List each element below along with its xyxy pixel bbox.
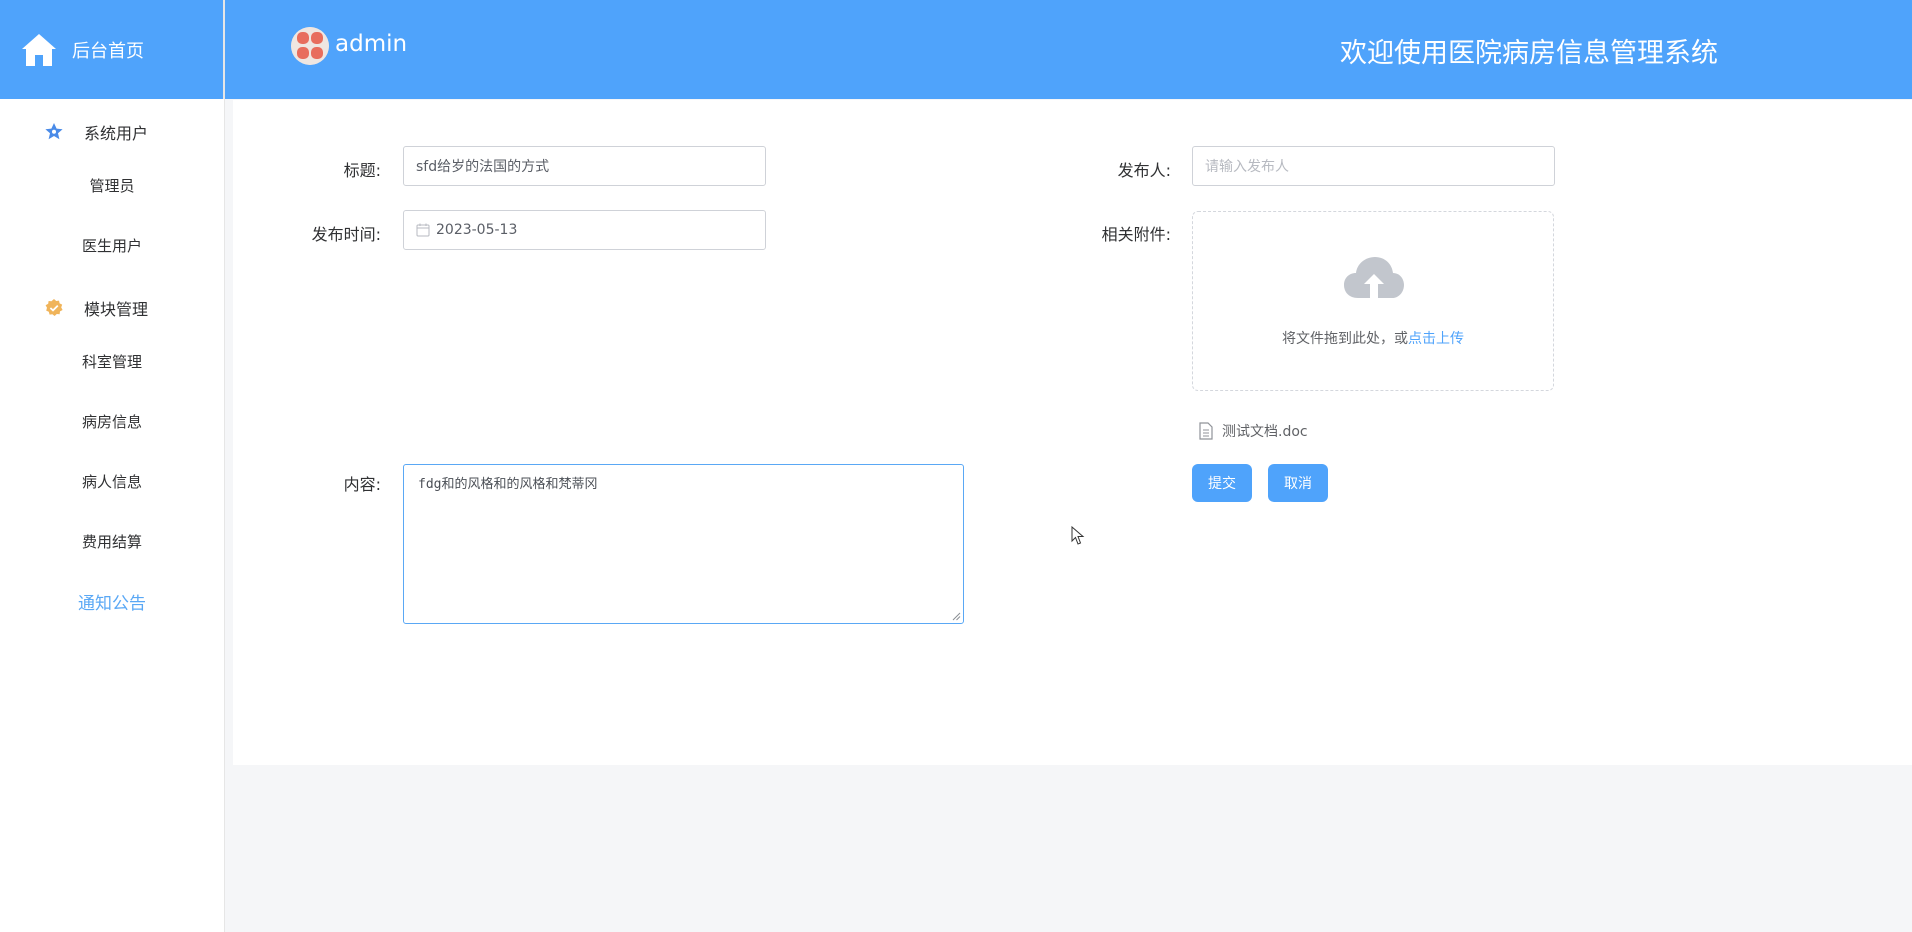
star-icon <box>44 122 64 142</box>
file-name: 测试文档.doc <box>1222 424 1308 440</box>
upload-cloud-icon <box>1344 257 1404 298</box>
username[interactable]: admin <box>335 31 407 57</box>
sidebar-item-notices[interactable]: 通知公告 <box>0 571 224 631</box>
sidebar-item-admin[interactable]: 管理员 <box>0 155 224 215</box>
badge-icon <box>44 298 64 318</box>
menu-group-label: 模块管理 <box>84 300 149 319</box>
menu-group-label: 系统用户 <box>84 124 149 143</box>
resize-grip-icon[interactable] <box>952 612 961 621</box>
click-upload-link[interactable]: 点击上传 <box>1408 331 1464 347</box>
attachment-label: 相关附件: <box>1101 225 1171 244</box>
publish-time-label: 发布时间: <box>311 225 381 244</box>
date-picker-value: 2023-05-13 <box>436 222 518 238</box>
page-title: 欢迎使用医院病房信息管理系统 <box>1340 38 1718 69</box>
sidebar-item-patient-info[interactable]: 病人信息 <box>0 451 224 511</box>
sidebar-item-doctor-users[interactable]: 医生用户 <box>0 215 224 275</box>
sidebar-brand[interactable]: 后台首页 <box>0 0 224 99</box>
content-textarea-value: fdg和的风格和的风格和梵蒂冈 <box>418 477 598 492</box>
sidebar-menu: 系统用户 管理员 医生用户 模块管理 科室管理 病房信息 病人信息 费用结算 通… <box>0 99 224 631</box>
uploaded-file[interactable]: 测试文档.doc <box>1198 421 1308 441</box>
avatar[interactable] <box>291 27 329 65</box>
publisher-input[interactable]: 请输入发布人 <box>1192 146 1555 186</box>
home-icon <box>22 33 56 66</box>
calendar-icon <box>416 223 430 237</box>
publisher-label: 发布人: <box>1117 161 1171 180</box>
brand-label: 后台首页 <box>72 40 144 62</box>
upload-dropzone[interactable]: 将文件拖到此处，或点击上传 <box>1192 211 1554 391</box>
upload-hint-text: 将文件拖到此处，或 <box>1282 331 1408 347</box>
menu-group-system-users[interactable]: 系统用户 <box>0 109 224 155</box>
date-picker[interactable]: 2023-05-13 <box>403 210 766 250</box>
submit-button[interactable]: 提交 <box>1192 464 1252 502</box>
form-card: 标题: sfd给岁的法国的方式 发布人: 请输入发布人 发布时间: 2023-0… <box>233 100 1912 765</box>
sidebar-item-departments[interactable]: 科室管理 <box>0 331 224 391</box>
cancel-button[interactable]: 取消 <box>1268 464 1328 502</box>
upload-hint: 将文件拖到此处，或点击上传 <box>1193 328 1553 348</box>
sidebar-item-ward-info[interactable]: 病房信息 <box>0 391 224 451</box>
top-header: admin 欢迎使用医院病房信息管理系统 <box>225 0 1912 99</box>
publisher-placeholder: 请输入发布人 <box>1205 159 1289 175</box>
title-input[interactable]: sfd给岁的法国的方式 <box>403 146 766 186</box>
sidebar-item-billing[interactable]: 费用结算 <box>0 511 224 571</box>
sidebar: 后台首页 系统用户 管理员 医生用户 模块管理 科室管理 病房信息 病人信息 费… <box>0 0 225 932</box>
title-input-value: sfd给岁的法国的方式 <box>416 159 550 175</box>
menu-group-module-management[interactable]: 模块管理 <box>0 285 224 331</box>
title-label: 标题: <box>343 161 381 180</box>
document-icon <box>1199 422 1213 440</box>
mouse-cursor-icon <box>1071 526 1085 545</box>
content-label: 内容: <box>343 475 381 494</box>
content-textarea[interactable]: fdg和的风格和的风格和梵蒂冈 <box>403 464 964 624</box>
